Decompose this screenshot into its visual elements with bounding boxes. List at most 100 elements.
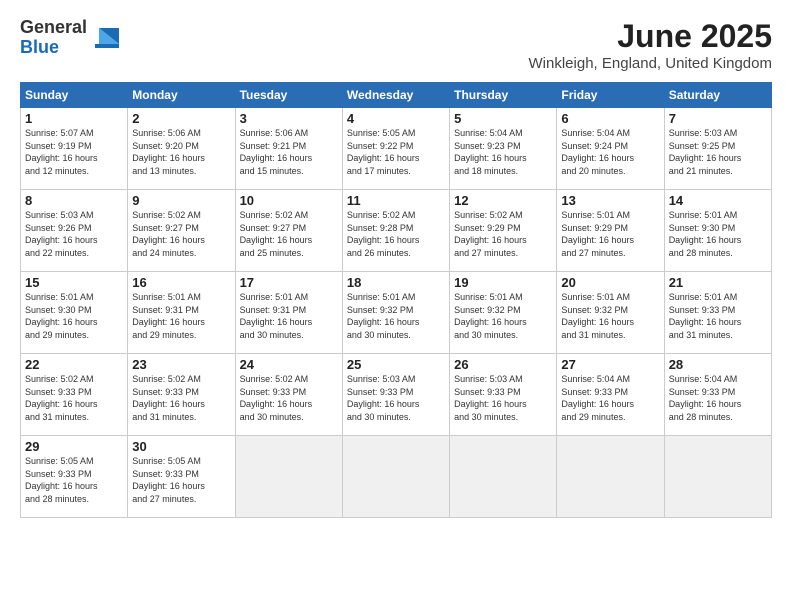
header-friday: Friday	[557, 83, 664, 108]
header-monday: Monday	[128, 83, 235, 108]
day-number: 18	[347, 275, 445, 290]
day-info: Sunrise: 5:04 AMSunset: 9:33 PMDaylight:…	[669, 373, 767, 423]
table-row	[664, 436, 771, 518]
day-number: 26	[454, 357, 552, 372]
table-row: 18 Sunrise: 5:01 AMSunset: 9:32 PMDaylig…	[342, 272, 449, 354]
day-info: Sunrise: 5:01 AMSunset: 9:31 PMDaylight:…	[132, 291, 230, 341]
table-row: 21 Sunrise: 5:01 AMSunset: 9:33 PMDaylig…	[664, 272, 771, 354]
day-info: Sunrise: 5:03 AMSunset: 9:33 PMDaylight:…	[454, 373, 552, 423]
day-info: Sunrise: 5:04 AMSunset: 9:24 PMDaylight:…	[561, 127, 659, 177]
table-row: 8 Sunrise: 5:03 AMSunset: 9:26 PMDayligh…	[21, 190, 128, 272]
table-row: 24 Sunrise: 5:02 AMSunset: 9:33 PMDaylig…	[235, 354, 342, 436]
table-row: 3 Sunrise: 5:06 AMSunset: 9:21 PMDayligh…	[235, 108, 342, 190]
day-number: 5	[454, 111, 552, 126]
location-title: Winkleigh, England, United Kingdom	[529, 55, 772, 72]
table-row: 14 Sunrise: 5:01 AMSunset: 9:30 PMDaylig…	[664, 190, 771, 272]
table-row: 6 Sunrise: 5:04 AMSunset: 9:24 PMDayligh…	[557, 108, 664, 190]
day-number: 15	[25, 275, 123, 290]
day-info: Sunrise: 5:06 AMSunset: 9:20 PMDaylight:…	[132, 127, 230, 177]
day-number: 1	[25, 111, 123, 126]
day-number: 6	[561, 111, 659, 126]
calendar-week-row: 22 Sunrise: 5:02 AMSunset: 9:33 PMDaylig…	[21, 354, 772, 436]
table-row: 4 Sunrise: 5:05 AMSunset: 9:22 PMDayligh…	[342, 108, 449, 190]
day-number: 30	[132, 439, 230, 454]
logo: General Blue	[20, 18, 119, 58]
day-number: 12	[454, 193, 552, 208]
day-number: 19	[454, 275, 552, 290]
calendar-week-row: 1 Sunrise: 5:07 AMSunset: 9:19 PMDayligh…	[21, 108, 772, 190]
logo-blue-text: Blue	[20, 37, 59, 57]
table-row	[342, 436, 449, 518]
day-number: 10	[240, 193, 338, 208]
day-number: 23	[132, 357, 230, 372]
day-info: Sunrise: 5:02 AMSunset: 9:29 PMDaylight:…	[454, 209, 552, 259]
table-row: 29 Sunrise: 5:05 AMSunset: 9:33 PMDaylig…	[21, 436, 128, 518]
day-info: Sunrise: 5:05 AMSunset: 9:33 PMDaylight:…	[25, 455, 123, 505]
title-block: June 2025 Winkleigh, England, United Kin…	[529, 18, 772, 72]
month-title: June 2025	[529, 18, 772, 55]
table-row	[450, 436, 557, 518]
table-row: 10 Sunrise: 5:02 AMSunset: 9:27 PMDaylig…	[235, 190, 342, 272]
day-info: Sunrise: 5:05 AMSunset: 9:22 PMDaylight:…	[347, 127, 445, 177]
table-row: 5 Sunrise: 5:04 AMSunset: 9:23 PMDayligh…	[450, 108, 557, 190]
table-row: 26 Sunrise: 5:03 AMSunset: 9:33 PMDaylig…	[450, 354, 557, 436]
day-number: 24	[240, 357, 338, 372]
day-info: Sunrise: 5:03 AMSunset: 9:26 PMDaylight:…	[25, 209, 123, 259]
day-info: Sunrise: 5:02 AMSunset: 9:33 PMDaylight:…	[240, 373, 338, 423]
day-info: Sunrise: 5:01 AMSunset: 9:32 PMDaylight:…	[347, 291, 445, 341]
table-row: 23 Sunrise: 5:02 AMSunset: 9:33 PMDaylig…	[128, 354, 235, 436]
header-saturday: Saturday	[664, 83, 771, 108]
table-row: 16 Sunrise: 5:01 AMSunset: 9:31 PMDaylig…	[128, 272, 235, 354]
day-info: Sunrise: 5:06 AMSunset: 9:21 PMDaylight:…	[240, 127, 338, 177]
calendar-table: Sunday Monday Tuesday Wednesday Thursday…	[20, 82, 772, 518]
day-info: Sunrise: 5:01 AMSunset: 9:30 PMDaylight:…	[669, 209, 767, 259]
day-info: Sunrise: 5:03 AMSunset: 9:25 PMDaylight:…	[669, 127, 767, 177]
table-row: 2 Sunrise: 5:06 AMSunset: 9:20 PMDayligh…	[128, 108, 235, 190]
table-row: 28 Sunrise: 5:04 AMSunset: 9:33 PMDaylig…	[664, 354, 771, 436]
table-row: 12 Sunrise: 5:02 AMSunset: 9:29 PMDaylig…	[450, 190, 557, 272]
table-row: 30 Sunrise: 5:05 AMSunset: 9:33 PMDaylig…	[128, 436, 235, 518]
day-info: Sunrise: 5:02 AMSunset: 9:33 PMDaylight:…	[25, 373, 123, 423]
header-sunday: Sunday	[21, 83, 128, 108]
calendar-week-row: 8 Sunrise: 5:03 AMSunset: 9:26 PMDayligh…	[21, 190, 772, 272]
calendar-header-row: Sunday Monday Tuesday Wednesday Thursday…	[21, 83, 772, 108]
day-number: 16	[132, 275, 230, 290]
table-row: 11 Sunrise: 5:02 AMSunset: 9:28 PMDaylig…	[342, 190, 449, 272]
header-tuesday: Tuesday	[235, 83, 342, 108]
table-row: 17 Sunrise: 5:01 AMSunset: 9:31 PMDaylig…	[235, 272, 342, 354]
day-info: Sunrise: 5:03 AMSunset: 9:33 PMDaylight:…	[347, 373, 445, 423]
header-wednesday: Wednesday	[342, 83, 449, 108]
day-info: Sunrise: 5:01 AMSunset: 9:33 PMDaylight:…	[669, 291, 767, 341]
day-number: 17	[240, 275, 338, 290]
day-info: Sunrise: 5:01 AMSunset: 9:32 PMDaylight:…	[454, 291, 552, 341]
table-row: 25 Sunrise: 5:03 AMSunset: 9:33 PMDaylig…	[342, 354, 449, 436]
day-number: 4	[347, 111, 445, 126]
day-info: Sunrise: 5:07 AMSunset: 9:19 PMDaylight:…	[25, 127, 123, 177]
day-number: 7	[669, 111, 767, 126]
day-info: Sunrise: 5:04 AMSunset: 9:33 PMDaylight:…	[561, 373, 659, 423]
table-row: 19 Sunrise: 5:01 AMSunset: 9:32 PMDaylig…	[450, 272, 557, 354]
table-row: 9 Sunrise: 5:02 AMSunset: 9:27 PMDayligh…	[128, 190, 235, 272]
day-info: Sunrise: 5:02 AMSunset: 9:27 PMDaylight:…	[240, 209, 338, 259]
day-number: 27	[561, 357, 659, 372]
table-row: 15 Sunrise: 5:01 AMSunset: 9:30 PMDaylig…	[21, 272, 128, 354]
day-info: Sunrise: 5:02 AMSunset: 9:28 PMDaylight:…	[347, 209, 445, 259]
logo-general-text: General	[20, 17, 87, 37]
day-number: 14	[669, 193, 767, 208]
calendar-week-row: 29 Sunrise: 5:05 AMSunset: 9:33 PMDaylig…	[21, 436, 772, 518]
table-row	[235, 436, 342, 518]
day-info: Sunrise: 5:04 AMSunset: 9:23 PMDaylight:…	[454, 127, 552, 177]
table-row: 20 Sunrise: 5:01 AMSunset: 9:32 PMDaylig…	[557, 272, 664, 354]
table-row: 1 Sunrise: 5:07 AMSunset: 9:19 PMDayligh…	[21, 108, 128, 190]
day-number: 28	[669, 357, 767, 372]
day-number: 13	[561, 193, 659, 208]
day-info: Sunrise: 5:01 AMSunset: 9:29 PMDaylight:…	[561, 209, 659, 259]
day-number: 29	[25, 439, 123, 454]
day-info: Sunrise: 5:01 AMSunset: 9:31 PMDaylight:…	[240, 291, 338, 341]
day-number: 11	[347, 193, 445, 208]
calendar-week-row: 15 Sunrise: 5:01 AMSunset: 9:30 PMDaylig…	[21, 272, 772, 354]
table-row: 7 Sunrise: 5:03 AMSunset: 9:25 PMDayligh…	[664, 108, 771, 190]
day-number: 8	[25, 193, 123, 208]
day-number: 22	[25, 357, 123, 372]
header-thursday: Thursday	[450, 83, 557, 108]
